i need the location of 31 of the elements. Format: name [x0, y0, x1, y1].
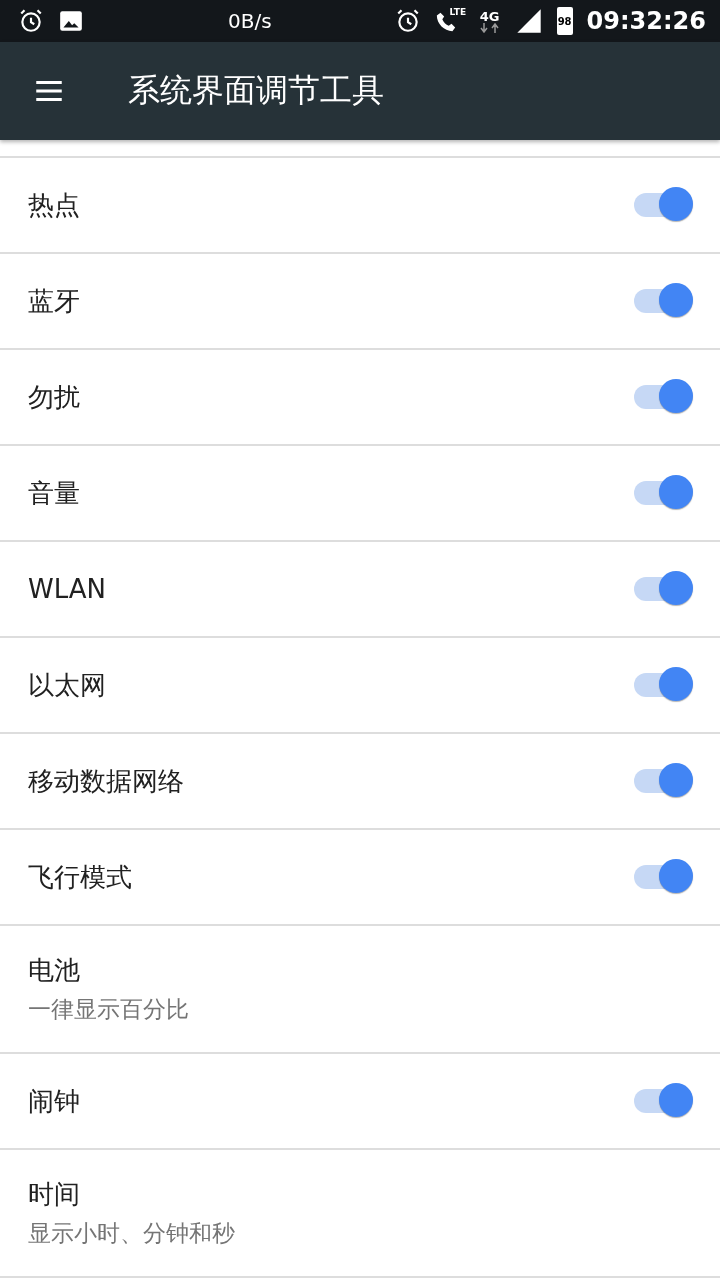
app-title: 系统界面调节工具	[128, 70, 384, 111]
setting-label: 闹钟	[28, 1084, 80, 1118]
setting-row[interactable]: WLAN	[0, 542, 720, 638]
setting-label: 电池	[28, 954, 81, 987]
setting-label: 移动数据网络	[28, 764, 184, 798]
setting-row[interactable]: 音量	[0, 446, 720, 542]
setting-row[interactable]: 以太网	[0, 638, 720, 734]
setting-row[interactable]: 电池 一律显示百分比	[0, 926, 720, 1054]
setting-label: 音量	[28, 476, 80, 510]
setting-row[interactable]: 移动数据网络	[0, 734, 720, 830]
clock-time: 09:32:26	[586, 7, 706, 35]
setting-label: 以太网	[28, 668, 106, 702]
alarm-clock-icon	[18, 8, 44, 34]
image-icon	[58, 8, 84, 34]
battery-icon: 98	[556, 7, 573, 35]
setting-label: 勿扰	[28, 380, 80, 414]
setting-summary: 一律显示百分比	[28, 995, 189, 1024]
setting-row[interactable]: 时间 显示小时、分钟和秒	[0, 1150, 720, 1278]
setting-row[interactable]: 飞行模式	[0, 830, 720, 926]
setting-row[interactable]: 热点	[0, 158, 720, 254]
setting-label: 时间	[28, 1178, 81, 1211]
setting-row[interactable]: 蓝牙	[0, 254, 720, 350]
network-speed: 0B/s	[228, 9, 273, 33]
setting-row[interactable]: 闹钟	[0, 1054, 720, 1150]
signal-icon	[514, 7, 543, 35]
setting-row[interactable]: 勿扰	[0, 350, 720, 446]
setting-label: 热点	[28, 188, 80, 222]
setting-label: WLAN	[28, 574, 107, 604]
setting-label: 蓝牙	[28, 284, 80, 318]
setting-summary: 显示小时、分钟和秒	[28, 1219, 235, 1248]
setting-label: 飞行模式	[28, 860, 132, 894]
